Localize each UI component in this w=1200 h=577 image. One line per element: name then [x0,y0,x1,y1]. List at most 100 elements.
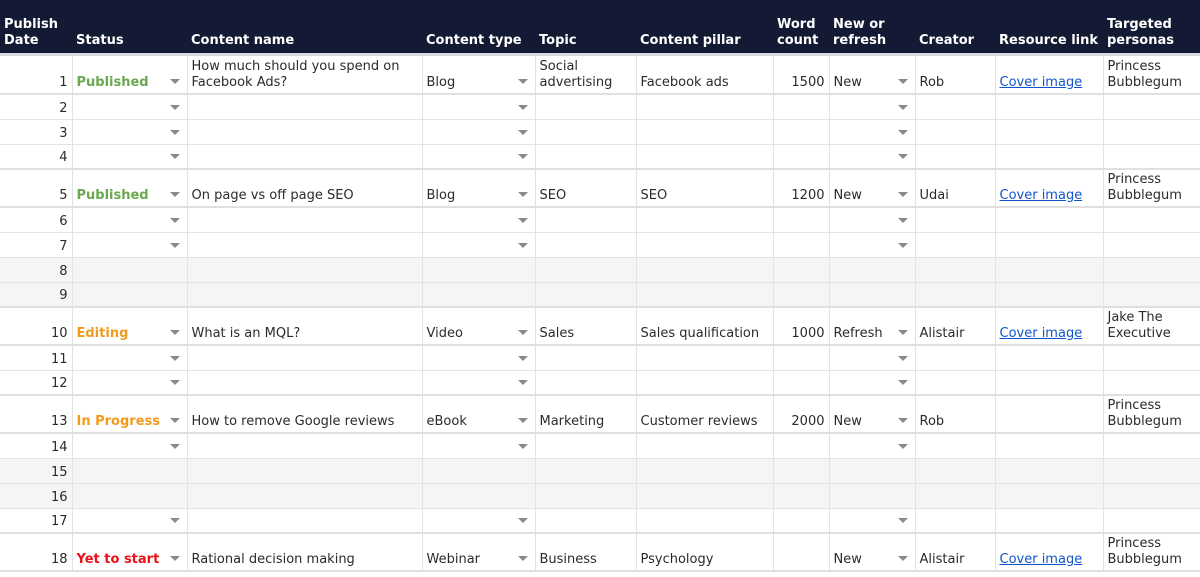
dropdown-arrow-icon[interactable] [169,79,180,84]
creator-cell[interactable] [915,458,996,484]
status-cell[interactable] [72,433,188,459]
new-or-refresh-cell[interactable] [829,257,916,283]
publish-date-cell[interactable]: 5 [0,169,73,208]
status-cell[interactable] [72,257,188,283]
publish-date-cell[interactable]: 12 [0,370,73,396]
word-count-cell[interactable]: 1000 [773,307,830,346]
content-name-cell[interactable]: On page vs off page SEO [187,169,423,208]
word-count-cell[interactable] [773,370,830,396]
status-cell[interactable] [72,508,188,534]
content-name-cell[interactable]: How much should you spend on Facebook Ad… [187,56,423,95]
dropdown-arrow-icon[interactable] [517,418,528,423]
new-or-refresh-cell[interactable] [829,144,916,170]
new-or-refresh-cell[interactable] [829,207,916,233]
dropdown-arrow-icon[interactable] [517,104,528,110]
new-or-refresh-cell[interactable] [829,345,916,371]
topic-cell[interactable]: Social advertising [535,56,637,95]
content-name-cell[interactable] [187,232,423,258]
content-pillar-cell[interactable] [636,458,774,484]
dropdown-arrow-icon[interactable] [517,242,528,248]
word-count-cell[interactable] [773,119,830,145]
content-name-cell[interactable]: What is an MQL? [187,307,423,346]
cover-image-link[interactable]: Cover image [1000,326,1083,341]
creator-cell[interactable] [915,232,996,258]
content-name-cell[interactable]: How to remove Google reviews [187,395,423,434]
word-count-cell[interactable] [773,508,830,534]
content-pillar-cell[interactable] [636,508,774,534]
publish-date-cell[interactable]: 14 [0,433,73,459]
resource-link-cell[interactable]: Cover image [995,533,1104,572]
dropdown-arrow-icon[interactable] [517,217,528,223]
resource-link-cell[interactable] [995,257,1104,283]
topic-cell[interactable] [535,119,637,145]
targeted-personas-cell[interactable]: Princess Bubblegum [1103,169,1200,208]
new-or-refresh-cell[interactable]: New [829,533,916,572]
content-type-cell[interactable] [422,433,536,459]
topic-cell[interactable] [535,257,637,283]
dropdown-arrow-icon[interactable] [897,418,908,423]
content-pillar-cell[interactable] [636,119,774,145]
content-type-cell[interactable] [422,232,536,258]
content-type-cell[interactable] [422,483,536,509]
cover-image-link[interactable]: Cover image [1000,75,1083,90]
header-topic[interactable]: Topic [535,0,636,53]
dropdown-arrow-icon[interactable] [897,104,908,110]
dropdown-arrow-icon[interactable] [169,192,180,197]
publish-date-cell[interactable]: 10 [0,307,73,346]
status-cell[interactable] [72,345,188,371]
creator-cell[interactable] [915,94,996,120]
creator-cell[interactable]: Alistair [915,533,996,572]
dropdown-arrow-icon[interactable] [169,217,180,223]
status-cell[interactable]: Editing [72,307,188,346]
topic-cell[interactable] [535,207,637,233]
content-name-cell[interactable] [187,207,423,233]
resource-link-cell[interactable] [995,119,1104,145]
word-count-cell[interactable] [773,144,830,170]
content-pillar-cell[interactable] [636,345,774,371]
header-status[interactable]: Status [72,0,187,53]
dropdown-arrow-icon[interactable] [897,217,908,223]
content-pillar-cell[interactable] [636,144,774,170]
publish-date-cell[interactable]: 8 [0,257,73,283]
word-count-cell[interactable] [773,232,830,258]
status-cell[interactable] [72,232,188,258]
content-pillar-cell[interactable] [636,257,774,283]
word-count-cell[interactable] [773,533,830,572]
content-pillar-cell[interactable]: Facebook ads [636,56,774,95]
creator-cell[interactable] [915,508,996,534]
dropdown-arrow-icon[interactable] [897,242,908,248]
dropdown-arrow-icon[interactable] [169,330,180,335]
topic-cell[interactable] [535,282,637,308]
new-or-refresh-cell[interactable]: New [829,56,916,95]
publish-date-cell[interactable]: 1 [0,56,73,95]
publish-date-cell[interactable]: 13 [0,395,73,434]
dropdown-arrow-icon[interactable] [169,129,180,135]
resource-link-cell[interactable] [995,508,1104,534]
targeted-personas-cell[interactable] [1103,345,1200,371]
dropdown-arrow-icon[interactable] [517,518,528,523]
resource-link-cell[interactable] [995,370,1104,396]
new-or-refresh-cell[interactable] [829,282,916,308]
topic-cell[interactable] [535,483,637,509]
status-cell[interactable] [72,207,188,233]
content-name-cell[interactable] [187,483,423,509]
new-or-refresh-cell[interactable] [829,433,916,459]
word-count-cell[interactable]: 1200 [773,169,830,208]
publish-date-cell[interactable]: 11 [0,345,73,371]
content-pillar-cell[interactable] [636,94,774,120]
publish-date-cell[interactable]: 17 [0,508,73,534]
creator-cell[interactable] [915,433,996,459]
creator-cell[interactable] [915,144,996,170]
status-cell[interactable] [72,370,188,396]
topic-cell[interactable] [535,144,637,170]
topic-cell[interactable] [535,433,637,459]
publish-date-cell[interactable]: 6 [0,207,73,233]
targeted-personas-cell[interactable] [1103,508,1200,534]
dropdown-arrow-icon[interactable] [517,355,528,361]
publish-date-cell[interactable]: 9 [0,282,73,308]
status-cell[interactable] [72,458,188,484]
word-count-cell[interactable] [773,345,830,371]
header-content-type[interactable]: Content type [422,0,535,53]
header-content-pillar[interactable]: Content pillar [636,0,773,53]
targeted-personas-cell[interactable] [1103,433,1200,459]
